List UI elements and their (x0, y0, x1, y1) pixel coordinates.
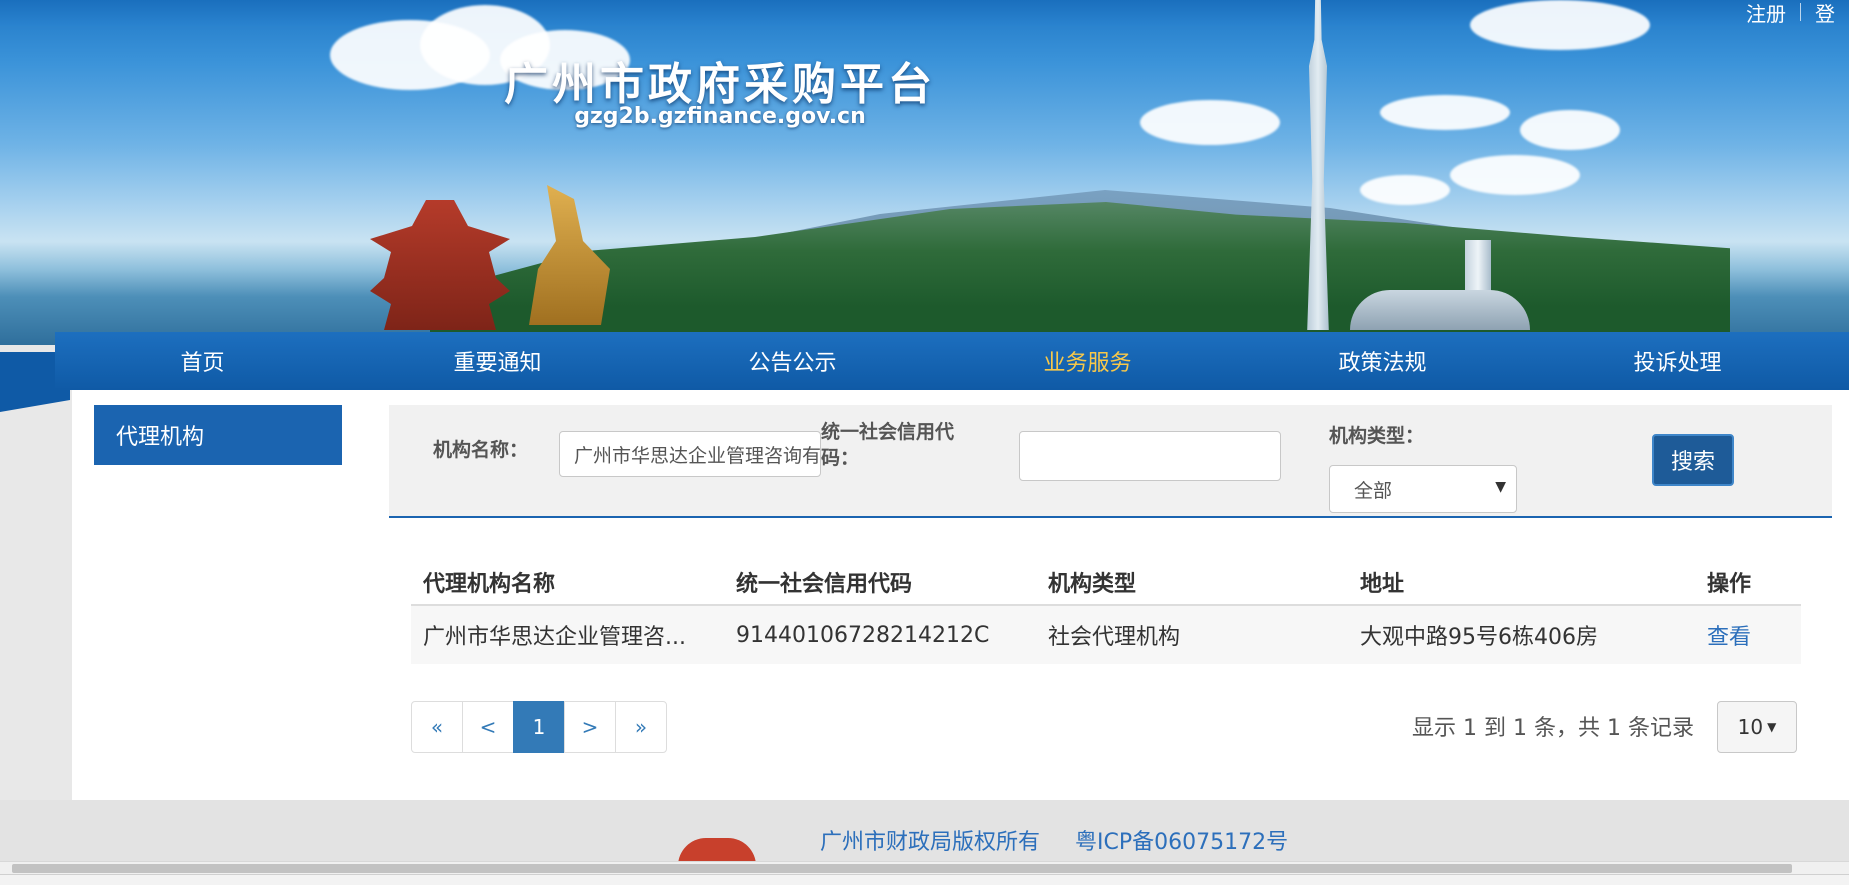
org-type-selected: 全部 (1354, 479, 1393, 502)
col-header-address: 地址 (1360, 572, 1405, 597)
five-rams-statue (529, 185, 610, 325)
col-header-name: 代理机构名称 (423, 572, 556, 597)
site-footer: 广州市财政局版权所有 粤ICP备06075172号 (0, 800, 1849, 866)
stadium-building (1350, 290, 1530, 330)
horizontal-scrollbar[interactable] (0, 861, 1849, 874)
credit-code-input[interactable] (1019, 431, 1281, 481)
org-name-input[interactable]: 广州市华思达企业管理咨询有限公司 (559, 431, 821, 477)
col-header-action: 操作 (1707, 572, 1752, 597)
browser-status-bar (0, 874, 1849, 885)
records-summary: 显示 1 到 1 条，共 1 条记录 (1412, 716, 1694, 741)
nav-item-services[interactable]: 业务服务 (940, 345, 1235, 377)
page-size-value: 10 (1737, 715, 1764, 739)
site-banner: 广州市政府采购平台 gzg2b.gzfinance.gov.cn 注册 登 (0, 0, 1849, 345)
sidebar-item-agencies[interactable]: 代理机构 (94, 405, 342, 465)
org-name-label: 机构名称： (433, 439, 529, 461)
footer-icp-link[interactable]: 粤ICP备06075172号 (1075, 830, 1288, 855)
cell-type: 社会代理机构 (1048, 625, 1181, 650)
nav-item-home[interactable]: 首页 (55, 345, 350, 377)
page-next-button[interactable]: > (564, 701, 616, 753)
pagoda-illustration (370, 200, 510, 330)
cell-address: 大观中路95号6栋406房 (1360, 625, 1598, 650)
login-link[interactable]: 登 (1801, 0, 1849, 27)
table-header: 代理机构名称 统一社会信用代码 机构类型 地址 操作 (411, 560, 1801, 606)
nav-item-notices[interactable]: 重要通知 (350, 345, 645, 377)
cloud (1520, 110, 1620, 150)
page-first-button[interactable]: « (411, 701, 463, 753)
site-title: 广州市政府采购平台 (504, 59, 936, 110)
nav-item-announcements[interactable]: 公告公示 (645, 345, 940, 377)
org-type-select[interactable]: 全部 ▼ (1329, 465, 1517, 513)
agencies-table: 代理机构名称 统一社会信用代码 机构类型 地址 操作 广州市华思达企业管理咨..… (411, 560, 1801, 664)
mountain-landscape (430, 202, 1730, 335)
cell-credit-code: 91440106728214212C (736, 622, 990, 648)
search-panel: 机构名称： 广州市华思达企业管理咨询有限公司 统一社会信用代码： 机构类型： 全… (389, 405, 1832, 518)
table-row: 广州市华思达企业管理咨... 91440106728214212C 社会代理机构… (411, 606, 1801, 664)
nav-item-complaints[interactable]: 投诉处理 (1530, 345, 1825, 377)
footer-copyright: 广州市财政局版权所有 (820, 830, 1041, 855)
credit-code-label: 统一社会信用代码： (821, 421, 955, 469)
main-content: 代理机构 机构名称： 广州市华思达企业管理咨询有限公司 统一社会信用代码： 机构… (72, 390, 1849, 800)
register-link[interactable]: 注册 (1732, 0, 1800, 27)
page-current-button[interactable]: 1 (513, 701, 565, 753)
search-button[interactable]: 搜索 (1652, 434, 1734, 486)
page-size-select[interactable]: 10 ▼ (1717, 701, 1797, 753)
org-type-label: 机构类型： (1329, 425, 1425, 447)
cloud (1360, 175, 1450, 205)
scrollbar-thumb[interactable] (12, 864, 1792, 873)
caret-down-icon: ▼ (1767, 720, 1777, 734)
nav-item-policies[interactable]: 政策法规 (1235, 345, 1530, 377)
col-header-credit-code: 统一社会信用代码 (736, 572, 913, 597)
top-links: 注册 登 (1732, 0, 1849, 27)
site-domain: gzg2b.gzfinance.gov.cn (574, 104, 866, 129)
page-prev-button[interactable]: < (462, 701, 514, 753)
main-nav: 首页 重要通知 公告公示 业务服务 政策法规 投诉处理 (55, 332, 1849, 390)
dropdown-arrow-icon: ▼ (1495, 479, 1506, 495)
footer-text: 广州市财政局版权所有 粤ICP备06075172号 (820, 824, 1316, 856)
view-link[interactable]: 查看 (1707, 625, 1751, 650)
col-header-type: 机构类型 (1048, 572, 1137, 597)
cloud (1450, 155, 1580, 195)
cell-action: 查看 (1695, 619, 1801, 651)
page-last-button[interactable]: » (615, 701, 667, 753)
cloud (1470, 0, 1650, 50)
cell-name: 广州市华思达企业管理咨... (423, 625, 686, 650)
pagination: « < 1 > » (411, 701, 667, 753)
